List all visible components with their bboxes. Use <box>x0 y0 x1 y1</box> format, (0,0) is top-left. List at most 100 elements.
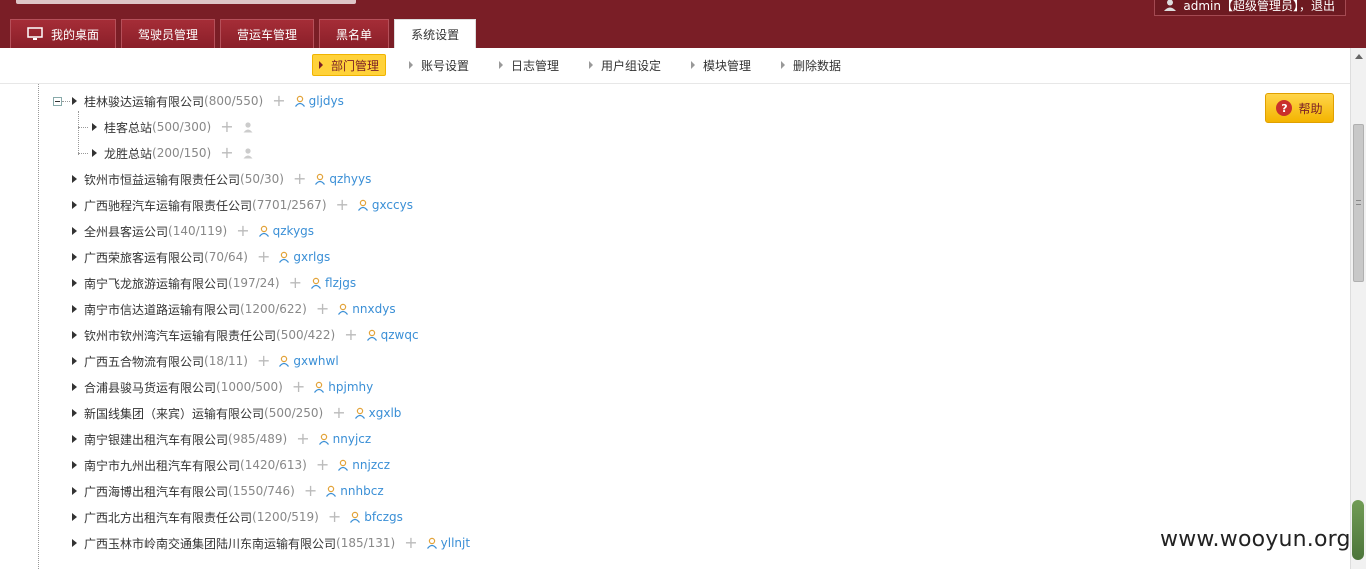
expand-arrow-icon[interactable] <box>72 331 77 339</box>
add-icon[interactable]: + <box>292 379 305 395</box>
node-name[interactable]: 南宁市九州出租汽车有限公司 <box>84 457 240 474</box>
subnav-log-management[interactable]: 日志管理 <box>493 54 565 76</box>
node-name[interactable]: 桂客总站 <box>104 119 152 136</box>
add-icon[interactable]: + <box>220 145 233 161</box>
subnav-account-settings[interactable]: 账号设置 <box>403 54 475 76</box>
expand-arrow-icon[interactable] <box>72 201 77 209</box>
node-account-link[interactable]: bfczgs <box>364 510 403 524</box>
subnav-module-management[interactable]: 模块管理 <box>685 54 757 76</box>
tree-node-company[interactable]: 南宁市九州出租汽车有限公司 (1420/613) + nnjzcz <box>72 455 390 475</box>
node-account-link[interactable]: nnxdys <box>352 302 395 316</box>
tree-node-company[interactable]: 南宁市信达道路运输有限公司 (1200/622) + nnxdys <box>72 299 396 319</box>
add-icon[interactable]: + <box>296 431 309 447</box>
tree-node-company[interactable]: 广西玉林市岭南交通集团陆川东南运输有限公司 (185/131) + yllnjt <box>72 533 470 553</box>
tab-driver-management[interactable]: 驾驶员管理 <box>121 19 216 48</box>
node-account-link[interactable]: nnjzcz <box>352 458 390 472</box>
expand-arrow-icon[interactable] <box>72 513 77 521</box>
add-icon[interactable]: + <box>293 171 306 187</box>
user-icon[interactable] <box>242 121 254 133</box>
node-account-link[interactable]: nnhbcz <box>340 484 383 498</box>
node-account-link[interactable]: yllnjt <box>441 536 470 550</box>
add-icon[interactable]: + <box>220 119 233 135</box>
tree-node-company[interactable]: 钦州市恒益运输有限责任公司 (50/30) + qzhyys <box>72 169 371 189</box>
add-icon[interactable]: + <box>289 275 302 291</box>
node-name[interactable]: 南宁飞龙旅游运输有限公司 <box>84 275 228 292</box>
tree-node-company[interactable]: 广西海博出租汽车有限公司 (1550/746) + nnhbcz <box>72 481 384 501</box>
node-account-link[interactable]: xgxlb <box>369 406 402 420</box>
node-account-link[interactable]: gxrlgs <box>293 250 330 264</box>
node-name[interactable]: 广西北方出租汽车有限责任公司 <box>84 509 252 526</box>
expand-arrow-icon[interactable] <box>72 357 77 365</box>
expand-arrow-icon[interactable] <box>72 253 77 261</box>
tree-node-child[interactable]: 桂客总站 (500/300) + <box>92 117 254 137</box>
node-name[interactable]: 广西玉林市岭南交通集团陆川东南运输有限公司 <box>84 535 336 552</box>
user-logout-link[interactable]: admin【超级管理员】，退出 <box>1154 0 1346 16</box>
node-name[interactable]: 广西驰程汽车运输有限责任公司 <box>84 197 252 214</box>
collapse-toggle[interactable] <box>53 97 62 106</box>
subnav-department-management[interactable]: 部门管理 <box>312 54 387 76</box>
tree-node-company[interactable]: 广西驰程汽车运输有限责任公司 (7701/2567) + gxccys <box>72 195 413 215</box>
expand-arrow-icon[interactable] <box>72 461 77 469</box>
tree-node-root[interactable]: 桂林骏达运输有限公司 (800/550) + gljdys <box>72 91 344 111</box>
add-icon[interactable]: + <box>316 457 329 473</box>
node-account-link[interactable]: qzwqc <box>381 328 419 342</box>
node-name[interactable]: 南宁银建出租汽车有限公司 <box>84 431 228 448</box>
expand-arrow-icon[interactable] <box>72 97 77 105</box>
add-icon[interactable]: + <box>257 249 270 265</box>
expand-arrow-icon[interactable] <box>72 175 77 183</box>
expand-arrow-icon[interactable] <box>72 409 77 417</box>
subnav-user-group[interactable]: 用户组设定 <box>583 54 667 76</box>
node-name[interactable]: 合浦县骏马货运有限公司 <box>84 379 216 396</box>
help-button[interactable]: ? 帮助 <box>1265 93 1334 123</box>
tree-node-child[interactable]: 龙胜总站 (200/150) + <box>92 143 254 163</box>
scroll-up-arrow-icon[interactable] <box>1355 54 1363 59</box>
node-name[interactable]: 钦州市钦州湾汽车运输有限责任公司 <box>84 327 276 344</box>
expand-arrow-icon[interactable] <box>92 123 97 131</box>
node-name[interactable]: 广西五合物流有限公司 <box>84 353 204 370</box>
tree-node-company[interactable]: 广西北方出租汽车有限责任公司 (1200/519) + bfczgs <box>72 507 403 527</box>
node-account-link[interactable]: nnyjcz <box>333 432 372 446</box>
tree-node-company[interactable]: 广西荣旅客运有限公司 (70/64) + gxrlgs <box>72 247 330 267</box>
node-name[interactable]: 广西海博出租汽车有限公司 <box>84 483 228 500</box>
node-name[interactable]: 钦州市恒益运输有限责任公司 <box>84 171 240 188</box>
node-name[interactable]: 南宁市信达道路运输有限公司 <box>84 301 240 318</box>
node-account-link[interactable]: gljdys <box>309 94 344 108</box>
node-account-link[interactable]: flzjgs <box>325 276 356 290</box>
add-icon[interactable]: + <box>336 197 349 213</box>
expand-arrow-icon[interactable] <box>72 383 77 391</box>
vertical-scrollbar[interactable] <box>1350 48 1366 569</box>
tree-node-company[interactable]: 合浦县骏马货运有限公司 (1000/500) + hpjmhy <box>72 377 373 397</box>
add-icon[interactable]: + <box>304 483 317 499</box>
add-icon[interactable]: + <box>316 301 329 317</box>
expand-arrow-icon[interactable] <box>72 539 77 547</box>
add-icon[interactable]: + <box>328 509 341 525</box>
tab-system-settings[interactable]: 系统设置 <box>394 19 477 49</box>
expand-arrow-icon[interactable] <box>72 227 77 235</box>
node-name[interactable]: 龙胜总站 <box>104 145 152 162</box>
expand-arrow-icon[interactable] <box>72 435 77 443</box>
node-name[interactable]: 全州县客运公司 <box>84 223 168 240</box>
tree-node-company[interactable]: 全州县客运公司 (140/119) + qzkygs <box>72 221 314 241</box>
node-name[interactable]: 桂林骏达运输有限公司 <box>84 93 204 110</box>
add-icon[interactable]: + <box>236 223 249 239</box>
expand-arrow-icon[interactable] <box>92 149 97 157</box>
add-icon[interactable]: + <box>404 535 417 551</box>
subnav-delete-data[interactable]: 删除数据 <box>775 54 847 76</box>
expand-arrow-icon[interactable] <box>72 305 77 313</box>
expand-arrow-icon[interactable] <box>72 279 77 287</box>
tab-blacklist[interactable]: 黑名单 <box>319 19 390 48</box>
node-name[interactable]: 新国线集团（来宾）运输有限公司 <box>84 405 264 422</box>
node-account-link[interactable]: gxwhwl <box>293 354 338 368</box>
node-account-link[interactable]: gxccys <box>372 198 413 212</box>
expand-arrow-icon[interactable] <box>72 487 77 495</box>
tree-node-company[interactable]: 新国线集团（来宾）运输有限公司 (500/250) + xgxlb <box>72 403 401 423</box>
node-account-link[interactable]: hpjmhy <box>328 380 373 394</box>
node-account-link[interactable]: qzkygs <box>273 224 314 238</box>
add-icon[interactable]: + <box>257 353 270 369</box>
add-icon[interactable]: + <box>272 93 285 109</box>
tree-node-company[interactable]: 广西五合物流有限公司 (18/11) + gxwhwl <box>72 351 339 371</box>
node-account-link[interactable]: qzhyys <box>329 172 371 186</box>
node-name[interactable]: 广西荣旅客运有限公司 <box>84 249 204 266</box>
tab-desktop[interactable]: 我的桌面 <box>10 19 117 48</box>
add-icon[interactable]: + <box>344 327 357 343</box>
